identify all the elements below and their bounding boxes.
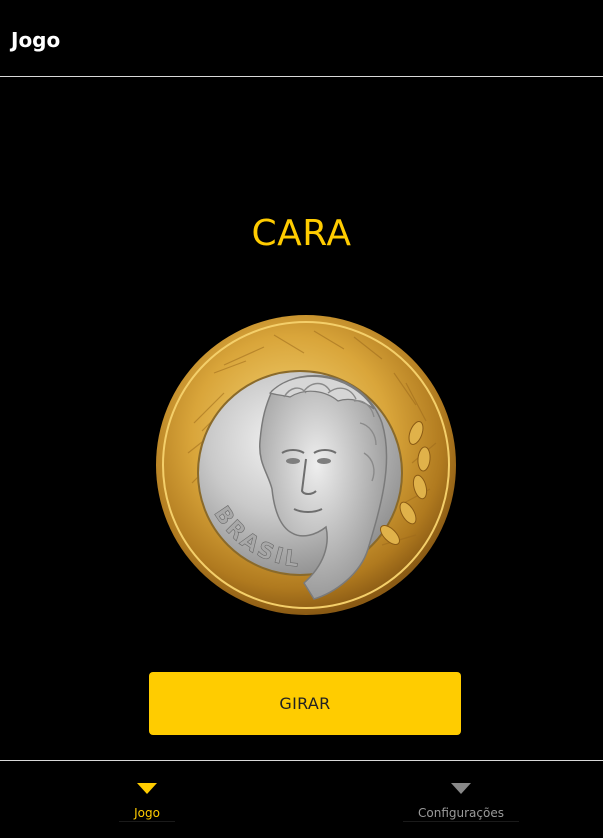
coin-image: BRASIL xyxy=(154,313,458,617)
coin-result-text: CARA xyxy=(251,213,352,254)
nav-tab-configuracoes[interactable]: Configurações xyxy=(361,761,561,838)
nav-divider xyxy=(403,821,519,822)
page-title: Jogo xyxy=(11,28,61,52)
nav-tab-jogo-label: Jogo xyxy=(134,806,160,820)
nav-tab-jogo[interactable]: Jogo xyxy=(47,761,247,838)
triangle-down-icon xyxy=(137,783,157,794)
spin-button[interactable]: GIRAR xyxy=(149,672,461,735)
bottom-nav: Jogo Configurações xyxy=(0,760,603,838)
nav-divider xyxy=(119,821,175,822)
app-bar: Jogo xyxy=(0,0,603,77)
triangle-down-icon xyxy=(451,783,471,794)
nav-tab-configuracoes-label: Configurações xyxy=(418,806,504,820)
